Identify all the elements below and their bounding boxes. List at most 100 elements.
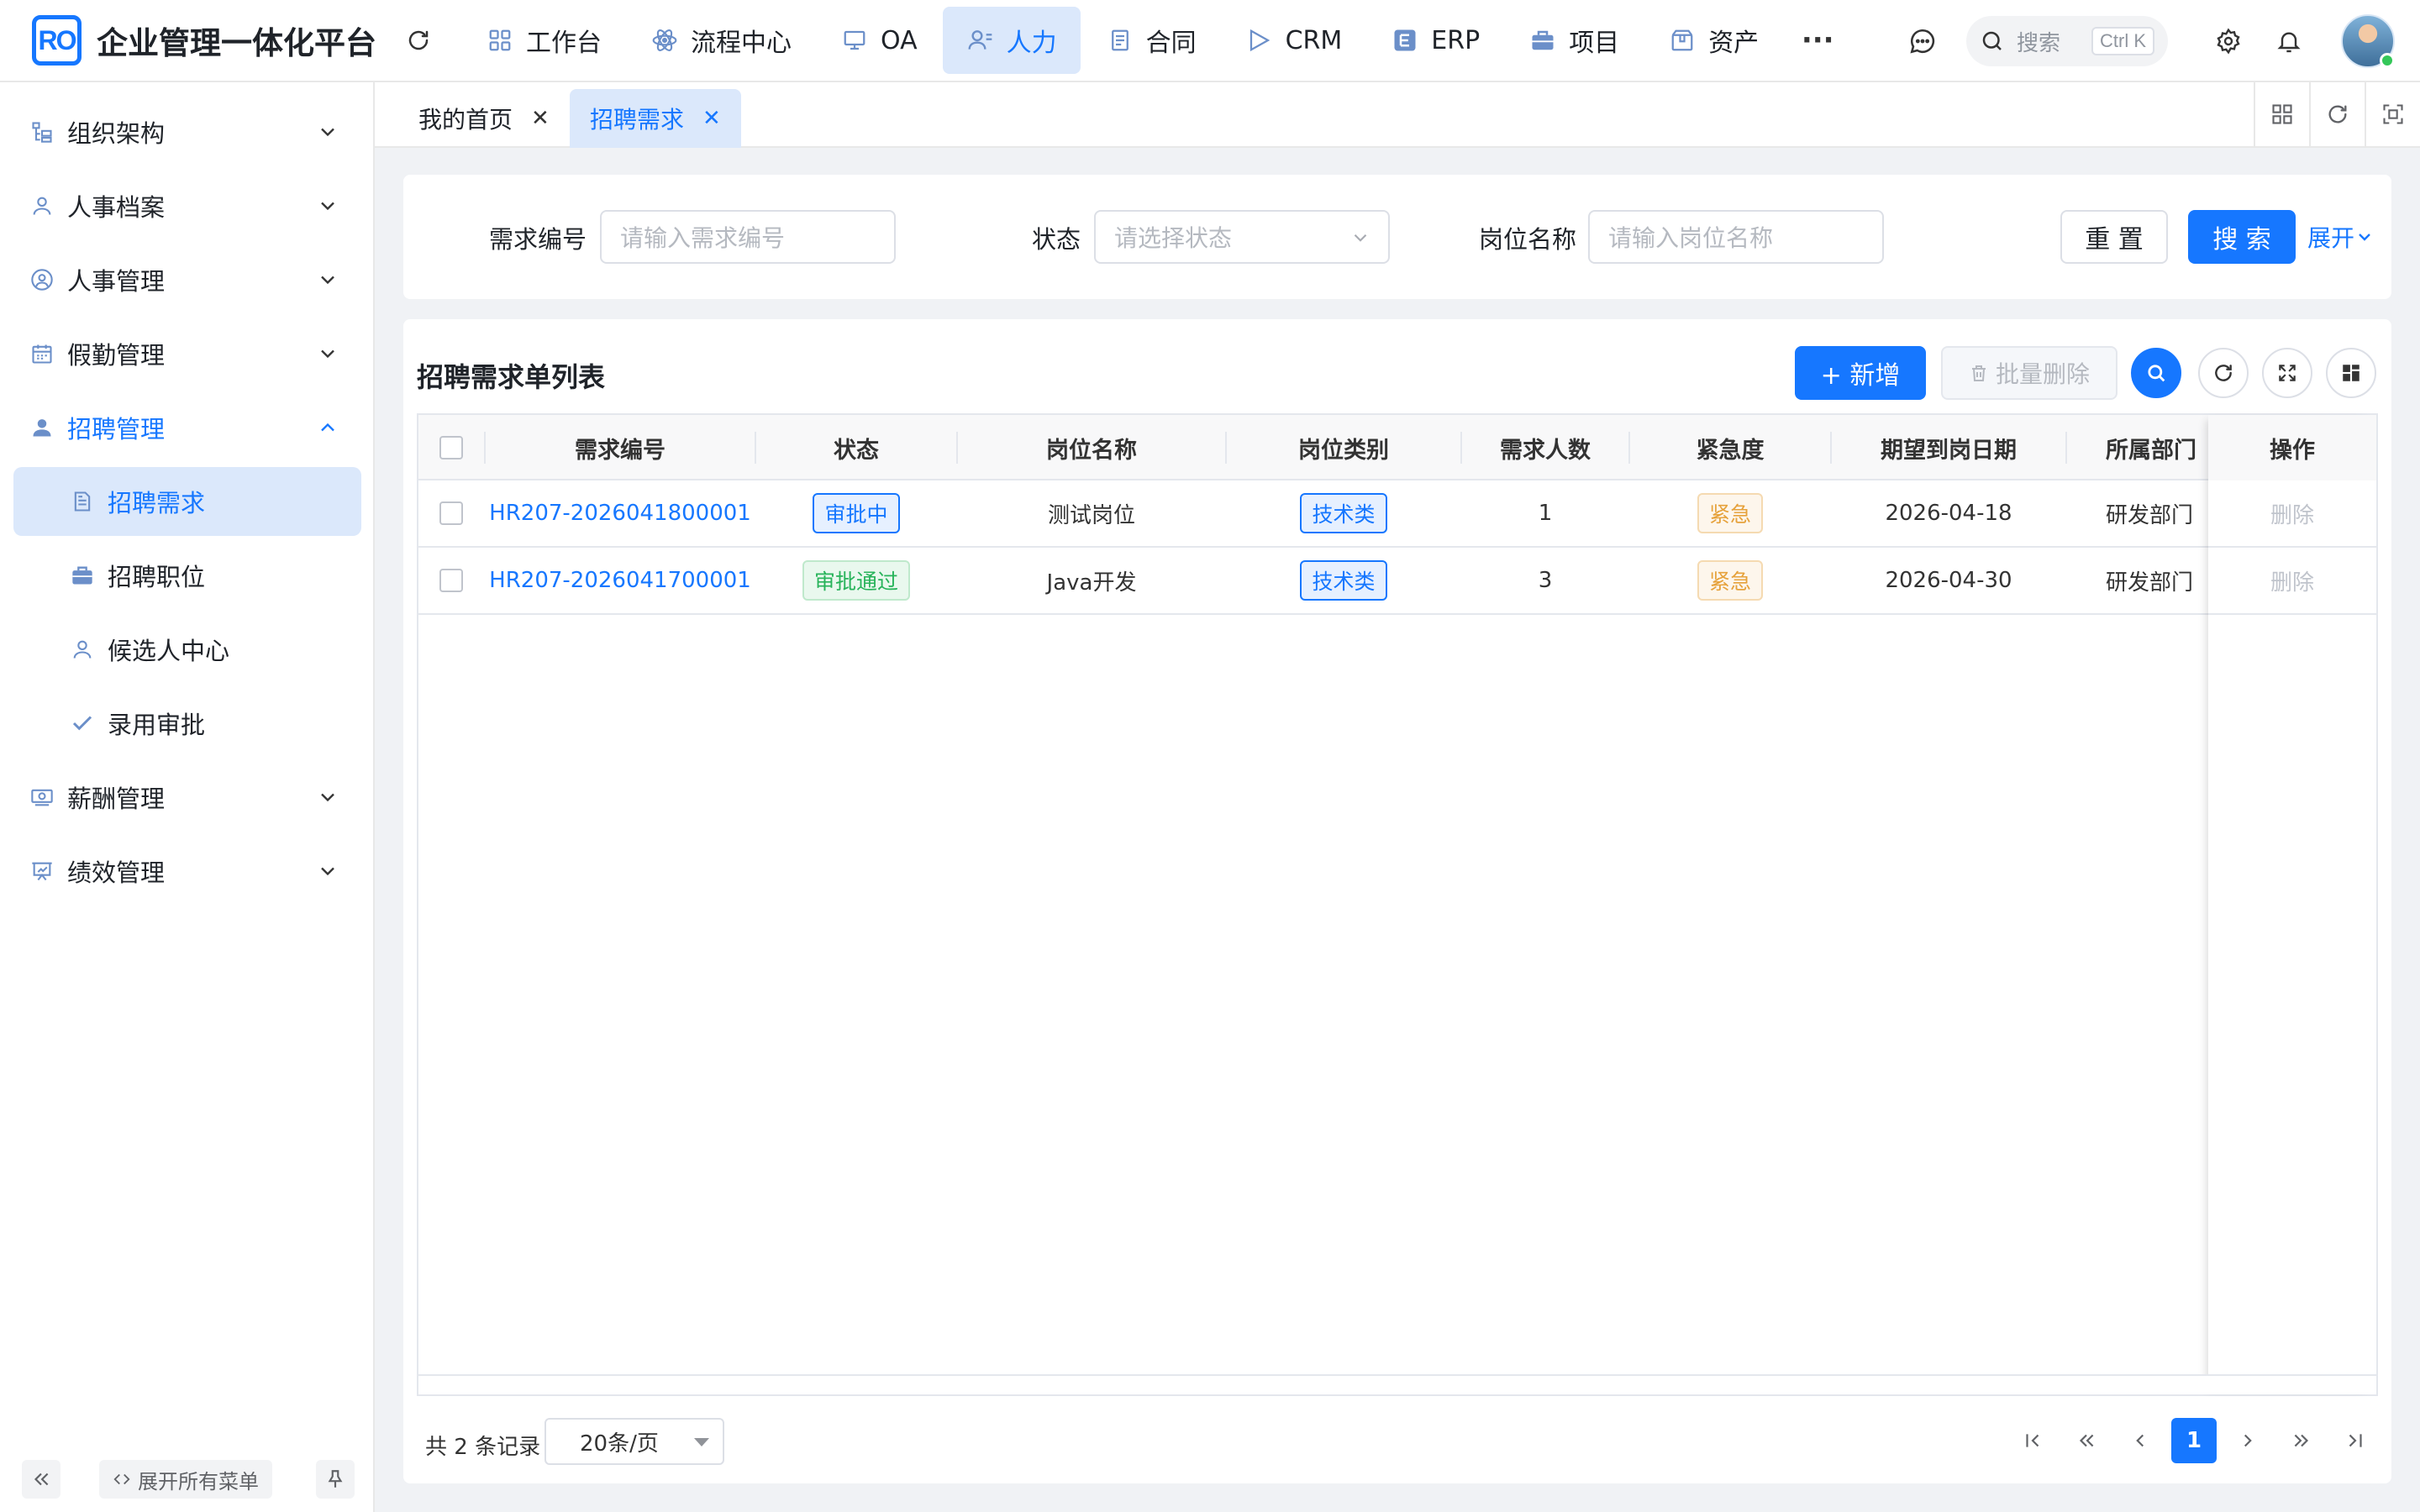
select-all-checkbox[interactable] — [439, 436, 463, 459]
nav-item-asset[interactable]: 资产 — [1644, 7, 1782, 74]
next-group-button[interactable] — [2279, 1418, 2324, 1463]
collapse-sidebar-button[interactable] — [22, 1460, 60, 1499]
batch-delete-button[interactable]: 批量删除 — [1941, 346, 2118, 400]
global-search[interactable]: 搜索 Ctrl K — [1966, 16, 2168, 66]
sidebar-item-recruitment[interactable]: 招聘管理 — [13, 393, 361, 462]
column-settings-button[interactable] — [2326, 348, 2376, 398]
search-button[interactable]: 搜 索 — [2188, 210, 2296, 264]
headcount-cell: 1 — [1538, 501, 1553, 526]
nav-item-workbench[interactable]: 工作台 — [462, 7, 625, 74]
column-header[interactable]: 需求人数 — [1462, 415, 1628, 480]
online-status-dot — [2380, 53, 2395, 68]
nav-item-label: 工作台 — [526, 29, 602, 58]
logo[interactable]: RO 企业管理一体化平台 — [32, 15, 376, 66]
more-icon[interactable]: ··· — [1792, 15, 1843, 66]
briefcase-icon — [1528, 26, 1557, 55]
column-header[interactable]: 岗位类别 — [1227, 415, 1460, 480]
tab-refresh-icon[interactable] — [2309, 82, 2365, 146]
page-size-select[interactable]: 20条/页 — [544, 1418, 724, 1465]
sidebar-item-compensation[interactable]: 薪酬管理 — [13, 763, 361, 832]
sidebar-item-offer-approval[interactable]: 录用审批 — [13, 689, 361, 758]
horizontal-scrollbar[interactable] — [418, 1374, 2376, 1394]
column-header[interactable]: 需求编号 — [486, 415, 755, 480]
check-icon — [69, 710, 96, 737]
sidebar-item-label: 候选人中心 — [108, 637, 230, 665]
nav-item-contract[interactable]: 合同 — [1082, 7, 1220, 74]
sidebar-item-personnel-files[interactable]: 人事档案 — [13, 171, 361, 240]
column-header[interactable]: 紧急度 — [1630, 415, 1830, 480]
sidebar-item-candidate-center[interactable]: 候选人中心 — [13, 615, 361, 684]
close-icon[interactable]: ✕ — [702, 106, 721, 131]
status-select[interactable]: 请选择状态 — [1094, 210, 1390, 264]
double-chevron-left-icon — [30, 1468, 52, 1490]
page-button-current[interactable]: 1 — [2171, 1418, 2217, 1463]
row-select-cell[interactable] — [418, 480, 484, 546]
pin-sidebar-button[interactable] — [316, 1460, 355, 1499]
fullscreen-icon[interactable] — [2365, 82, 2420, 146]
row-select-cell[interactable] — [418, 548, 484, 613]
search-placeholder: 搜索 — [2017, 30, 2061, 56]
column-header[interactable]: 所属部门 — [2067, 415, 2208, 480]
nav-item-oa[interactable]: OA — [817, 7, 941, 74]
sidebar-item-attendance[interactable]: 假勤管理 — [13, 319, 361, 388]
toggle-search-button[interactable] — [2131, 348, 2181, 398]
last-page-button[interactable] — [2333, 1418, 2378, 1463]
column-header[interactable]: 岗位名称 — [958, 415, 1225, 480]
table-refresh-button[interactable] — [2198, 348, 2249, 398]
demand-code-link[interactable]: HR207-2026041700001 — [486, 548, 755, 613]
prev-page-button[interactable] — [2118, 1418, 2163, 1463]
column-header[interactable]: 期望到岗日期 — [1832, 415, 2065, 480]
row-checkbox[interactable] — [439, 569, 463, 592]
sidebar-item-performance[interactable]: 绩效管理 — [13, 837, 361, 906]
caret-down-icon — [694, 1438, 709, 1446]
sidebar-item-recruitment-demand[interactable]: 招聘需求 — [13, 467, 361, 536]
recruitment-demand-table: 需求编号 状态 岗位名称 岗位类别 需求人数 紧急度 期望到岗日期 所属部门 操… — [417, 413, 2378, 1396]
close-icon[interactable]: ✕ — [531, 106, 550, 131]
tab-label: 我的首页 — [418, 106, 513, 134]
urgency-badge: 紧急 — [1697, 560, 1763, 601]
message-icon[interactable] — [1899, 18, 1946, 65]
nav-item-hr[interactable]: 人力 — [942, 7, 1081, 74]
gear-icon[interactable] — [2205, 18, 2252, 65]
sidebar-item-personnel-management[interactable]: 人事管理 — [13, 245, 361, 314]
sidebar-item-organization[interactable]: 组织架构 — [13, 97, 361, 166]
add-button[interactable]: + 新增 — [1795, 346, 1926, 400]
status-badge: 审批通过 — [802, 560, 910, 601]
first-page-button[interactable] — [2010, 1418, 2055, 1463]
org-tree-icon — [29, 118, 55, 145]
row-checkbox[interactable] — [439, 501, 463, 525]
tabs-bar: 我的首页 ✕ 招聘需求 ✕ — [375, 82, 2420, 148]
nav-item-process[interactable]: 流程中心 — [627, 7, 815, 74]
position-name-input[interactable]: 请输入岗位名称 — [1588, 210, 1884, 264]
nav-item-project[interactable]: 项目 — [1505, 7, 1643, 74]
reset-button[interactable]: 重 置 — [2060, 210, 2168, 264]
input-placeholder: 请输入岗位名称 — [1608, 224, 1774, 252]
select-all-cell[interactable] — [418, 415, 484, 480]
demand-code-link[interactable]: HR207-2026041800001 — [486, 480, 755, 546]
prev-group-button[interactable] — [2064, 1418, 2109, 1463]
expand-all-menus-button[interactable]: 展开所有菜单 — [99, 1460, 272, 1499]
double-chevron-left-icon — [2075, 1430, 2097, 1452]
tab-recruitment-demand[interactable]: 招聘需求 ✕ — [570, 89, 741, 148]
bell-icon[interactable] — [2265, 18, 2312, 65]
tab-home[interactable]: 我的首页 ✕ — [398, 89, 570, 148]
table-fullscreen-button[interactable] — [2262, 348, 2312, 398]
sidebar-item-label: 假勤管理 — [67, 341, 166, 370]
date-cell: 2026-04-18 — [1885, 501, 2012, 526]
input-placeholder: 请选择状态 — [1114, 224, 1233, 252]
tabs-grid-icon[interactable] — [2254, 82, 2309, 146]
next-page-button[interactable] — [2225, 1418, 2270, 1463]
column-header[interactable]: 状态 — [756, 415, 956, 480]
demand-code-input[interactable]: 请输入需求编号 — [600, 210, 896, 264]
filter-label-position: 岗位名称 — [1479, 225, 1577, 254]
refresh-icon[interactable] — [402, 24, 435, 57]
sidebar-item-label: 人事管理 — [67, 267, 166, 296]
filter-label-code: 需求编号 — [489, 225, 587, 254]
nav-item-label: 人力 — [1006, 29, 1057, 58]
nav-item-erp[interactable]: ERP — [1367, 7, 1503, 74]
avatar[interactable] — [2341, 14, 2395, 68]
user-circle-icon — [29, 266, 55, 293]
sidebar-item-recruitment-position[interactable]: 招聘职位 — [13, 541, 361, 610]
expand-filter-link[interactable]: 展开 — [2307, 220, 2375, 254]
nav-item-crm[interactable]: CRM — [1222, 7, 1366, 74]
